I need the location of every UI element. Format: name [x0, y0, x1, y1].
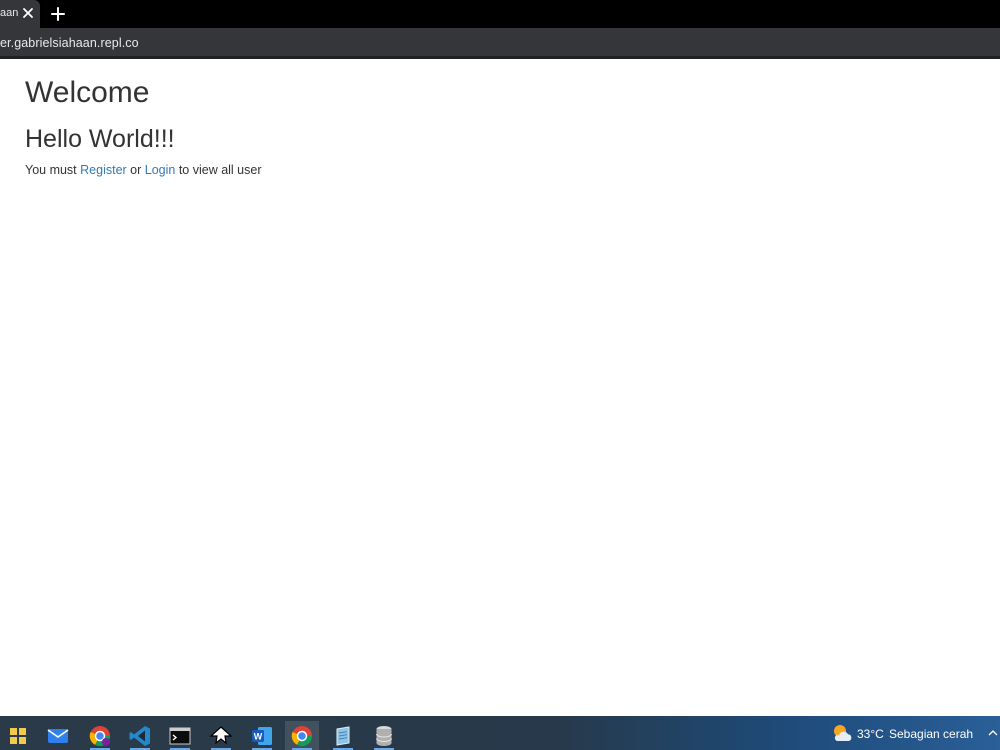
close-tab-icon[interactable] [21, 6, 35, 20]
taskbar: W 33°C Sebagian cerah [0, 716, 1000, 750]
chrome-profile-icon [89, 725, 111, 746]
register-link[interactable]: Register [80, 163, 127, 177]
start-icon [10, 727, 26, 744]
chrome-icon [291, 725, 313, 746]
address-bar[interactable]: er.gabrielsiahaan.repl.co [0, 36, 139, 50]
terminal-icon [169, 727, 191, 744]
taskbar-terminal[interactable] [163, 721, 197, 750]
tab-title: aan [0, 7, 18, 19]
taskbar-chrome-profile[interactable] [83, 721, 117, 750]
browser-toolbar: er.gabrielsiahaan.repl.co [0, 28, 1000, 58]
vscode-icon [129, 725, 150, 746]
notepad-icon [336, 725, 350, 746]
mail-icon [47, 728, 69, 743]
taskbar-database[interactable] [367, 721, 401, 750]
message-suffix: to view all user [175, 163, 262, 177]
taskbar-inkscape[interactable] [204, 721, 238, 750]
weather-temperature[interactable]: 33°C [857, 727, 884, 741]
message-prefix: You must [25, 163, 81, 177]
taskbar-notepad[interactable] [326, 721, 360, 750]
browser-tab[interactable]: aan [0, 0, 40, 28]
page-subtitle: Hello World!!! [25, 125, 175, 153]
svg-text:W: W [254, 731, 263, 741]
chevron-up-icon[interactable] [986, 726, 1000, 740]
login-link[interactable]: Login [145, 163, 176, 177]
weather-condition[interactable]: Sebagian cerah [889, 727, 973, 741]
message-middle: or [126, 163, 145, 177]
word-icon: W [252, 726, 272, 745]
browser-tab-strip: aan [0, 0, 1000, 28]
web-page: Welcome Hello World!!! You must Register… [0, 59, 1000, 716]
taskbar-vscode[interactable] [123, 721, 157, 750]
new-tab-icon[interactable] [50, 6, 66, 22]
start-button[interactable] [1, 721, 35, 750]
weather-partly-cloudy-icon[interactable] [831, 723, 853, 743]
taskbar-word[interactable]: W [245, 721, 279, 750]
taskbar-mail[interactable] [41, 721, 75, 750]
database-icon [376, 725, 392, 746]
auth-message: You must Register or Login to view all u… [25, 163, 262, 177]
page-title: Welcome [25, 76, 150, 109]
taskbar-chrome[interactable] [285, 721, 319, 750]
inkscape-icon [209, 725, 233, 744]
